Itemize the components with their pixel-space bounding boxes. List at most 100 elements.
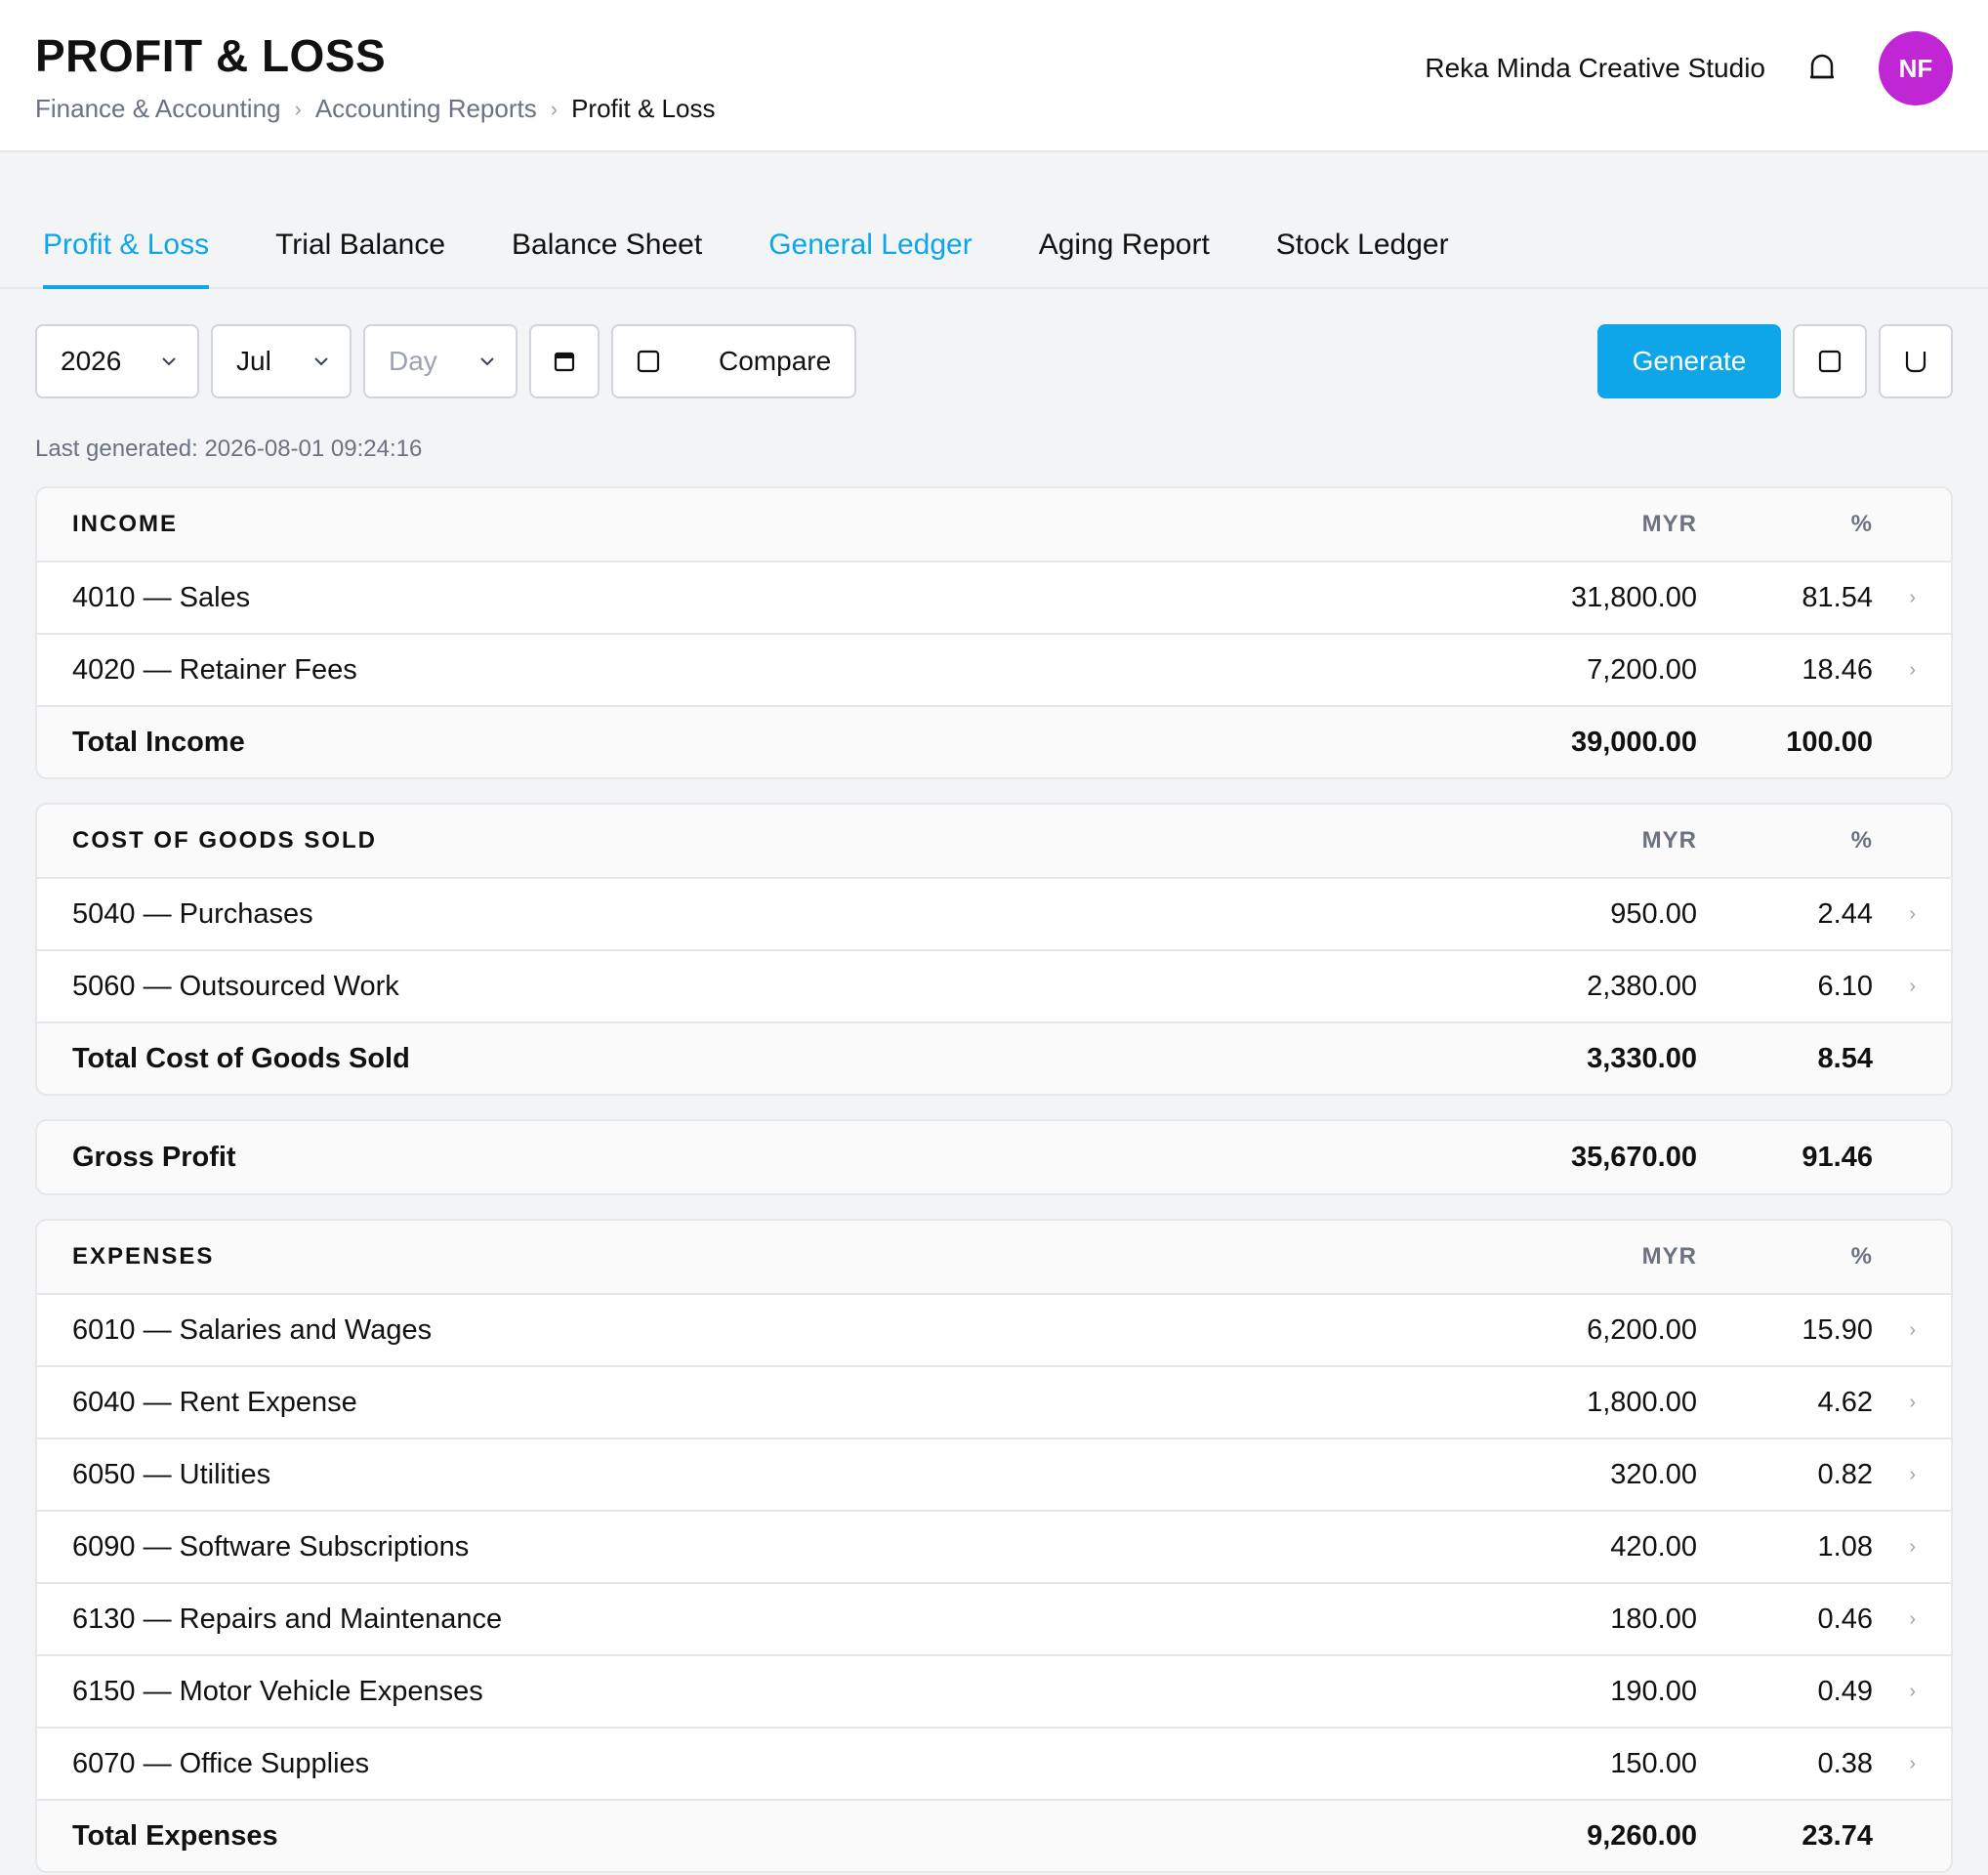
total-row: Total Cost of Goods Sold 3,330.00 8.54	[37, 1021, 1951, 1094]
chevron-right-icon: ›	[1909, 1680, 1916, 1702]
account-row[interactable]: 6010 — Salaries and Wages 6,200.00 15.90…	[37, 1293, 1951, 1365]
avatar[interactable]: NF	[1879, 31, 1953, 105]
account-percent: 4.62	[1817, 1386, 1873, 1418]
breadcrumb-item-reports[interactable]: Accounting Reports	[315, 94, 537, 124]
bell-icon[interactable]	[1804, 51, 1840, 86]
chevron-down-icon	[162, 357, 176, 366]
header-bar: PROFIT & LOSS Finance & Accounting › Acc…	[0, 0, 1988, 152]
year-select-value: 2026	[61, 346, 122, 376]
gross-profit-amount: 35,670.00	[1570, 1141, 1697, 1173]
account-row[interactable]: 6090 — Software Subscriptions 420.00 1.0…	[37, 1510, 1951, 1582]
account-percent: 15.90	[1802, 1313, 1873, 1346]
chevron-right-icon: ›	[1909, 975, 1916, 997]
account-row[interactable]: 4010 — Sales 31,800.00 81.54 ›	[37, 561, 1951, 633]
account-percent: 0.49	[1817, 1675, 1873, 1707]
chevron-right-icon: ›	[1909, 1318, 1916, 1341]
chevron-right-icon: ›	[1909, 586, 1916, 608]
account-name: 6040 — Rent Expense	[72, 1386, 357, 1418]
day-select[interactable]: Day	[363, 324, 518, 398]
account-percent: 0.46	[1817, 1603, 1873, 1635]
account-row[interactable]: 6040 — Rent Expense 1,800.00 4.62 ›	[37, 1365, 1951, 1438]
account-row[interactable]: 5060 — Outsourced Work 2,380.00 6.10 ›	[37, 949, 1951, 1021]
gross-profit-percent: 91.46	[1802, 1141, 1873, 1173]
account-name: 6070 — Office Supplies	[72, 1747, 370, 1779]
breadcrumb: Finance & Accounting › Accounting Report…	[35, 94, 715, 124]
download-button[interactable]	[1879, 324, 1953, 398]
chevron-down-icon	[314, 357, 328, 366]
column-header-percent: %	[1850, 827, 1873, 854]
account-name: 4020 — Retainer Fees	[72, 653, 357, 686]
total-amount: 3,330.00	[1587, 1042, 1697, 1074]
account-row[interactable]: 6130 — Repairs and Maintenance 180.00 0.…	[37, 1582, 1951, 1654]
total-label: Total Cost of Goods Sold	[72, 1042, 410, 1074]
total-row: Total Income 39,000.00 100.00	[37, 705, 1951, 777]
account-percent: 81.54	[1802, 581, 1873, 613]
total-percent: 100.00	[1786, 726, 1873, 758]
tab-aging-report[interactable]: Aging Report	[1039, 229, 1210, 287]
tab-profit-loss[interactable]: Profit & Loss	[43, 229, 210, 289]
account-name: 6130 — Repairs and Maintenance	[72, 1603, 503, 1635]
gross-profit-row: Gross Profit 35,670.00 91.46	[37, 1121, 1951, 1193]
tab-balance-sheet[interactable]: Balance Sheet	[512, 229, 702, 287]
month-select[interactable]: Jul	[211, 324, 352, 398]
calendar-button[interactable]	[529, 324, 600, 398]
calendar-icon	[554, 352, 575, 372]
report-toolbar: 2026 Jul Day Compare Generate	[35, 324, 1953, 398]
account-row[interactable]: 6070 — Office Supplies 150.00 0.38 ›	[37, 1727, 1951, 1799]
section-title: INCOME	[72, 511, 178, 537]
section-title: EXPENSES	[72, 1243, 215, 1270]
breadcrumb-chevron-icon: ›	[550, 96, 559, 121]
account-percent: 2.44	[1817, 897, 1873, 930]
account-name: 5060 — Outsourced Work	[72, 970, 399, 1002]
generate-button[interactable]: Generate	[1597, 324, 1781, 398]
section-header: INCOME MYR %	[37, 488, 1951, 561]
account-name: 4010 — Sales	[72, 581, 251, 613]
chevron-right-icon: ›	[1909, 1752, 1916, 1774]
account-name: 6150 — Motor Vehicle Expenses	[72, 1675, 483, 1707]
year-select[interactable]: 2026	[35, 324, 199, 398]
total-row: Total Expenses 9,260.00 23.74	[37, 1799, 1951, 1871]
account-row[interactable]: 6050 — Utilities 320.00 0.82 ›	[37, 1438, 1951, 1510]
compare-toggle[interactable]: Compare	[611, 324, 857, 398]
total-percent: 23.74	[1802, 1819, 1873, 1852]
last-generated-text: Last generated: 2026-08-01 09:24:16	[35, 436, 423, 462]
chevron-right-icon: ›	[1909, 1463, 1916, 1485]
account-amount: 950.00	[1610, 897, 1697, 930]
account-name: 6050 — Utilities	[72, 1458, 271, 1490]
column-header-amount: MYR	[1641, 1243, 1697, 1270]
compare-label: Compare	[719, 346, 832, 376]
account-name: 6010 — Salaries and Wages	[72, 1313, 433, 1346]
tab-stock-ledger[interactable]: Stock Ledger	[1276, 229, 1449, 287]
total-label: Total Income	[72, 726, 245, 758]
account-amount: 2,380.00	[1587, 970, 1697, 1002]
checkbox-icon	[637, 350, 660, 373]
breadcrumb-item-current: Profit & Loss	[571, 94, 716, 123]
total-amount: 9,260.00	[1587, 1819, 1697, 1852]
chevron-right-icon: ›	[1909, 1607, 1916, 1630]
month-select-value: Jul	[236, 346, 271, 376]
column-header-percent: %	[1850, 1243, 1873, 1270]
account-name: 6090 — Software Subscriptions	[72, 1530, 470, 1562]
chevron-right-icon: ›	[1909, 658, 1916, 681]
page-title: PROFIT & LOSS	[35, 30, 387, 81]
breadcrumb-item-finance[interactable]: Finance & Accounting	[35, 94, 281, 124]
day-select-placeholder: Day	[389, 346, 437, 376]
report-tabs: Profit & Loss Trial Balance Balance Shee…	[0, 152, 1988, 289]
print-button[interactable]	[1793, 324, 1867, 398]
account-amount: 420.00	[1610, 1530, 1697, 1562]
column-header-amount: MYR	[1641, 827, 1697, 854]
organization-name[interactable]: Reka Minda Creative Studio	[1425, 53, 1765, 84]
account-row[interactable]: 6150 — Motor Vehicle Expenses 190.00 0.4…	[37, 1654, 1951, 1727]
total-label: Total Expenses	[72, 1819, 278, 1852]
tab-general-ledger[interactable]: General Ledger	[768, 229, 972, 287]
account-row[interactable]: 5040 — Purchases 950.00 2.44 ›	[37, 877, 1951, 949]
account-percent: 6.10	[1817, 970, 1873, 1002]
download-icon	[1905, 352, 1926, 373]
account-amount: 320.00	[1610, 1458, 1697, 1490]
section-header: EXPENSES MYR %	[37, 1221, 1951, 1293]
account-row[interactable]: 4020 — Retainer Fees 7,200.00 18.46 ›	[37, 633, 1951, 705]
tab-trial-balance[interactable]: Trial Balance	[275, 229, 445, 287]
chevron-right-icon: ›	[1909, 1391, 1916, 1413]
account-amount: 7,200.00	[1587, 653, 1697, 686]
income-section: INCOME MYR % 4010 — Sales 31,800.00 81.5…	[35, 486, 1953, 779]
